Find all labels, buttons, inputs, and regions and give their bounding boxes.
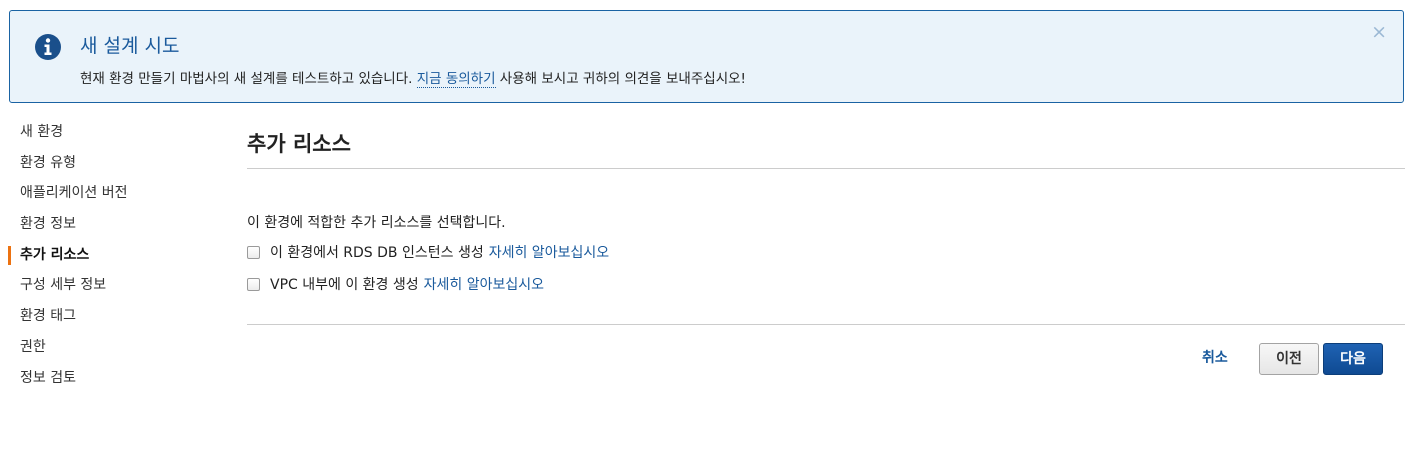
rds-option-label: 이 환경에서 RDS DB 인스턴스 생성 (270, 245, 484, 261)
wizard-steps-sidebar: 새 환경 환경 유형 애플리케이션 버전 환경 정보 추가 리소스 구성 세부 … (8, 117, 208, 393)
next-button[interactable]: 다음 (1323, 343, 1383, 375)
sidebar-item-additional-resources[interactable]: 추가 리소스 (8, 240, 208, 271)
sidebar-item-environment-type[interactable]: 환경 유형 (8, 148, 208, 179)
vpc-option: VPC 내부에 이 환경 생성 자세히 알아보십시오 (247, 274, 544, 294)
sidebar-item-environment-tags[interactable]: 환경 태그 (8, 301, 208, 332)
previous-button[interactable]: 이전 (1259, 343, 1319, 375)
sidebar-item-review[interactable]: 정보 검토 (8, 363, 208, 394)
sidebar-item-permissions[interactable]: 권한 (8, 332, 208, 363)
banner-text-before: 현재 환경 만들기 마법사의 새 설계를 테스트하고 있습니다. (80, 71, 417, 87)
banner-title: 새 설계 시도 (80, 35, 180, 57)
rds-learn-more-link[interactable]: 자세히 알아보십시오 (489, 242, 609, 262)
cancel-button[interactable]: 취소 (1202, 347, 1228, 367)
info-banner: 새 설계 시도 현재 환경 만들기 마법사의 새 설계를 테스트하고 있습니다.… (9, 10, 1404, 103)
vpc-option-label: VPC 내부에 이 환경 생성 (270, 277, 419, 293)
page-title: 추가 리소스 (247, 128, 1405, 169)
sidebar-item-new-environment[interactable]: 새 환경 (8, 117, 208, 148)
banner-text-after: 사용해 보시고 귀하의 의견을 보내주십시오! (495, 71, 746, 87)
vpc-learn-more-link[interactable]: 자세히 알아보십시오 (424, 274, 544, 294)
banner-message: 현재 환경 만들기 마법사의 새 설계를 테스트하고 있습니다. 지금 동의하기… (80, 67, 746, 88)
main-content: 추가 리소스 이 환경에 적합한 추가 리소스를 선택합니다. 이 환경에서 R… (247, 128, 1405, 325)
rds-checkbox[interactable] (247, 245, 260, 259)
info-circle-icon (35, 34, 61, 60)
section-description: 이 환경에 적합한 추가 리소스를 선택합니다. (247, 215, 506, 231)
sidebar-item-application-version[interactable]: 애플리케이션 버전 (8, 178, 208, 209)
footer-divider (247, 324, 1405, 325)
close-icon[interactable]: × (1371, 23, 1387, 42)
opt-in-link[interactable]: 지금 동의하기 (416, 71, 496, 88)
sidebar-item-environment-info[interactable]: 환경 정보 (8, 209, 208, 240)
rds-option: 이 환경에서 RDS DB 인스턴스 생성 자세히 알아보십시오 (247, 242, 609, 262)
sidebar-item-configuration-details[interactable]: 구성 세부 정보 (8, 270, 208, 301)
vpc-checkbox[interactable] (247, 277, 260, 291)
